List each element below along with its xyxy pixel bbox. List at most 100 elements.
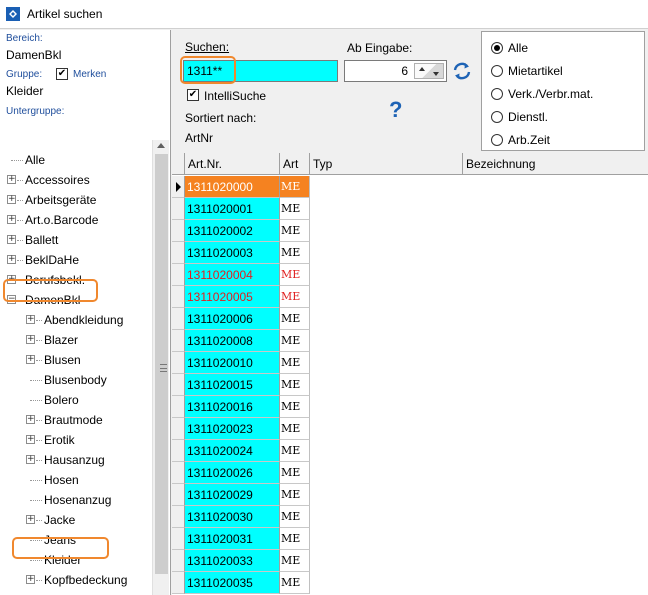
filter-radio-label[interactable]: Arb.Zeit <box>508 133 550 147</box>
filter-radio[interactable] <box>491 88 503 100</box>
refresh-icon[interactable] <box>452 61 472 81</box>
cell-artnr[interactable]: 1311020029 <box>185 484 280 506</box>
cell-art[interactable]: ME <box>280 550 310 572</box>
tree-item[interactable]: + Art.o.Barcode <box>0 210 152 230</box>
cell-artnr[interactable]: 1311020026 <box>185 462 280 484</box>
filter-radio-label[interactable]: Alle <box>508 41 528 55</box>
row-header[interactable] <box>172 550 185 572</box>
filter-radio-label[interactable]: Mietartikel <box>508 64 563 78</box>
cell-artnr[interactable]: 1311020024 <box>185 440 280 462</box>
cell-art[interactable]: ME <box>280 572 310 594</box>
tree-item[interactable]: + BeklDaHe <box>0 250 152 270</box>
tree-item[interactable]: Blusenbody <box>0 370 152 390</box>
cell-artnr[interactable]: 1311020000 <box>185 176 280 198</box>
row-header[interactable] <box>172 572 185 594</box>
row-header[interactable] <box>172 286 185 308</box>
tree-item[interactable]: + Ballett <box>0 230 152 250</box>
row-header[interactable] <box>172 264 185 286</box>
filter-radio-label[interactable]: Verk./Verbr.mat. <box>508 87 593 101</box>
cell-art[interactable]: ME <box>280 198 310 220</box>
cell-art[interactable]: ME <box>280 418 310 440</box>
tree-item[interactable]: + Jacke <box>0 510 152 530</box>
cell-art[interactable]: ME <box>280 176 310 198</box>
help-icon[interactable]: ? <box>389 97 402 123</box>
intellisuche-checkbox[interactable]: ✔ <box>187 89 199 101</box>
cell-art[interactable]: ME <box>280 242 310 264</box>
expand-icon[interactable]: + <box>26 355 35 364</box>
filter-radio[interactable] <box>491 65 503 77</box>
stepper-down-icon[interactable] <box>433 72 439 76</box>
col-header-typ[interactable]: Typ <box>310 153 463 175</box>
filter-radio[interactable] <box>491 134 503 146</box>
cell-artnr[interactable]: 1311020023 <box>185 418 280 440</box>
col-header-bezeichnung[interactable]: Bezeichnung <box>463 153 648 175</box>
stepper-buttons[interactable] <box>414 63 444 79</box>
article-grid[interactable]: Art.Nr. Art Typ Bezeichnung 1311020000 ME… <box>172 153 648 595</box>
col-header-artnr[interactable]: Art.Nr. <box>185 153 280 175</box>
cell-artnr[interactable]: 1311020008 <box>185 330 280 352</box>
cell-artnr[interactable]: 1311020015 <box>185 374 280 396</box>
cell-art[interactable]: ME <box>280 440 310 462</box>
expand-icon[interactable]: + <box>26 315 35 324</box>
expand-icon[interactable]: + <box>7 255 16 264</box>
cell-artnr[interactable]: 1311020016 <box>185 396 280 418</box>
merken-checkbox[interactable]: ✔ <box>56 68 68 80</box>
stepper-up-icon[interactable] <box>419 67 425 71</box>
tree-item[interactable]: + Erotik <box>0 430 152 450</box>
expand-icon[interactable]: + <box>26 455 35 464</box>
cell-artnr[interactable]: 1311020031 <box>185 528 280 550</box>
row-header[interactable] <box>172 528 185 550</box>
filter-radio[interactable] <box>491 42 503 54</box>
row-header[interactable] <box>172 374 185 396</box>
row-header[interactable] <box>172 440 185 462</box>
cell-artnr[interactable]: 1311020033 <box>185 550 280 572</box>
cell-art[interactable]: ME <box>280 484 310 506</box>
cell-art[interactable]: ME <box>280 264 310 286</box>
expand-icon[interactable]: + <box>7 195 16 204</box>
tree-item[interactable]: + Blazer <box>0 330 152 350</box>
cell-art[interactable]: ME <box>280 286 310 308</box>
cell-art[interactable]: ME <box>280 374 310 396</box>
cell-artnr[interactable]: 1311020003 <box>185 242 280 264</box>
cell-art[interactable]: ME <box>280 506 310 528</box>
cell-art[interactable]: ME <box>280 308 310 330</box>
tree-item[interactable]: + Brautmode <box>0 410 152 430</box>
cell-art[interactable]: ME <box>280 462 310 484</box>
tree-item[interactable]: + Abendkleidung <box>0 310 152 330</box>
expand-icon[interactable]: + <box>7 235 16 244</box>
expand-icon[interactable]: + <box>26 335 35 344</box>
cell-artnr[interactable]: 1311020035 <box>185 572 280 594</box>
row-header[interactable] <box>172 198 185 220</box>
tree-item[interactable]: + Arbeitsgeräte <box>0 190 152 210</box>
filter-radio[interactable] <box>491 111 503 123</box>
tree-item[interactable]: Bolero <box>0 390 152 410</box>
ab-eingabe-stepper[interactable]: 6 <box>344 60 447 82</box>
cell-artnr[interactable]: 1311020030 <box>185 506 280 528</box>
row-header[interactable] <box>172 220 185 242</box>
row-header[interactable] <box>172 308 185 330</box>
cell-artnr[interactable]: 1311020006 <box>185 308 280 330</box>
expand-icon[interactable]: + <box>26 435 35 444</box>
scroll-up-arrow[interactable] <box>157 143 165 148</box>
col-header-art[interactable]: Art <box>280 153 310 175</box>
cell-artnr[interactable]: 1311020004 <box>185 264 280 286</box>
cell-art[interactable]: ME <box>280 352 310 374</box>
cell-artnr[interactable]: 1311020002 <box>185 220 280 242</box>
tree-item[interactable]: + Hausanzug <box>0 450 152 470</box>
tree-item[interactable]: Hosenanzug <box>0 490 152 510</box>
cell-art[interactable]: ME <box>280 220 310 242</box>
scrollbar-thumb[interactable] <box>155 154 168 574</box>
cell-artnr[interactable]: 1311020010 <box>185 352 280 374</box>
tree-item[interactable]: + Kopfbedeckung <box>0 570 152 590</box>
expand-icon[interactable]: + <box>26 415 35 424</box>
tree-item[interactable]: + Blusen <box>0 350 152 370</box>
tree-item[interactable]: + Accessoires <box>0 170 152 190</box>
cell-art[interactable]: ME <box>280 396 310 418</box>
tree-item[interactable]: Alle <box>0 150 152 170</box>
cell-art[interactable]: ME <box>280 528 310 550</box>
tree-item[interactable]: Hosen <box>0 470 152 490</box>
cell-artnr[interactable]: 1311020001 <box>185 198 280 220</box>
tree-item[interactable]: Kostüm <box>0 590 152 595</box>
cell-artnr[interactable]: 1311020005 <box>185 286 280 308</box>
expand-icon[interactable]: + <box>7 215 16 224</box>
